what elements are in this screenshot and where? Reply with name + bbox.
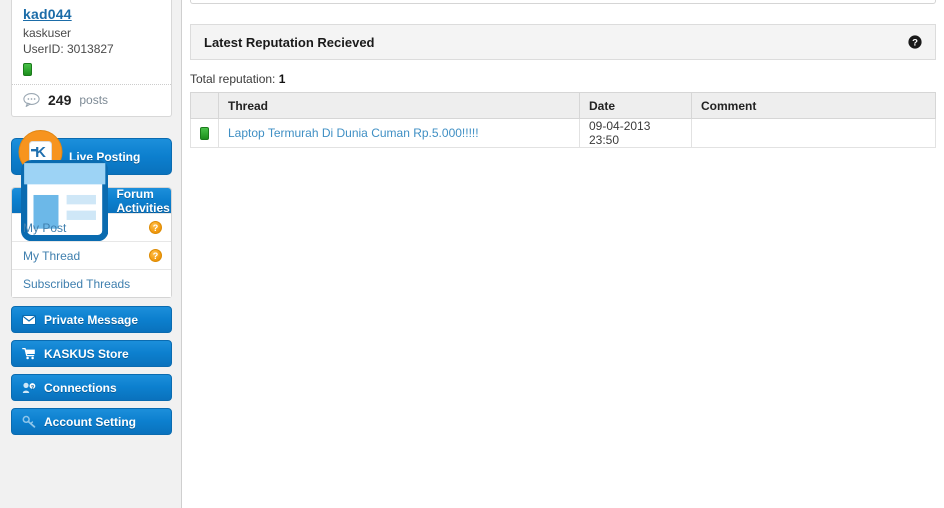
profile-userid: UserID: 3013827 [23,42,114,56]
total-reputation: Total reputation: 1 [190,72,285,86]
profile-posts-label: posts [79,93,109,108]
column-header-date: Date [579,92,692,119]
question-badge-icon[interactable]: ? [149,249,162,262]
envelope-icon [22,315,36,325]
forum-activities-header-label: Forum Activities [116,186,170,215]
profile-posts-count: 249 [48,92,72,109]
shopping-cart-icon [22,347,35,360]
column-header-rep-icon [190,92,219,119]
green-reputation-block-icon [23,63,32,77]
connections-icon: ? [22,382,36,393]
thread-link[interactable]: Laptop Termurah Di Dunia Cuman Rp.5.000!… [228,126,479,140]
sidebar: kad044 kaskuser UserID: 3013827 249 post… [0,0,182,508]
total-reputation-value: 1 [278,72,286,86]
previous-panel-edge [190,0,936,4]
cell-thread: Laptop Termurah Di Dunia Cuman Rp.5.000!… [218,118,580,148]
sidebar-item-private-message[interactable]: Private Message [11,306,172,333]
reputation-table: Thread Date Comment Laptop Termurah Di D… [190,92,936,148]
sidebar-item-my-thread[interactable]: My Thread ? [12,241,171,269]
svg-text:?: ? [31,385,35,391]
profile-card: kad044 kaskuser UserID: 3013827 249 post… [11,0,172,118]
panel-header: Latest Reputation Recieved ? [190,24,936,60]
question-badge-icon[interactable]: ? [149,221,162,234]
green-reputation-block-icon [200,127,209,141]
forum-activities-header[interactable]: Forum Activities [12,159,171,242]
sidebar-item-my-post-label: My Post [23,220,67,235]
wrench-key-icon [22,415,36,428]
account-setting-label: Account Setting [44,414,136,429]
cell-date: 09-04-2013 23:50 [579,118,692,148]
profile-info: kad044 kaskuser UserID: 3013827 [12,0,171,84]
column-header-thread: Thread [218,92,580,119]
total-reputation-label: Total reputation: [190,72,279,86]
profile-posts-row[interactable]: 249 posts [12,84,171,116]
speech-bubble-icon [23,93,40,108]
sidebar-item-account-setting[interactable]: Account Setting [11,408,172,435]
column-header-comment: Comment [691,92,936,119]
sidebar-item-subscribed-threads-label: Subscribed Threads [23,276,131,291]
private-message-label: Private Message [44,312,139,327]
table-header: Thread Date Comment [190,92,936,119]
profile-usertitle: kaskuser [23,26,72,40]
page-root: kad044 kaskuser UserID: 3013827 249 post… [0,0,944,508]
cell-reputation-icon [190,118,219,148]
page-title: Latest Reputation Recieved [204,34,375,50]
kaskus-store-label: KASKUS Store [44,346,129,361]
sidebar-item-subscribed-threads[interactable]: Subscribed Threads [12,269,171,297]
profile-username-link[interactable]: kad044 [23,6,160,22]
cell-comment [691,118,936,148]
sidebar-item-kaskus-store[interactable]: KASKUS Store [11,340,172,367]
table-header-row: Thread Date Comment [190,92,936,119]
help-question-icon[interactable]: ? [908,35,922,49]
sidebar-item-my-thread-label: My Thread [23,248,81,263]
sidebar-item-connections[interactable]: ? Connections [11,374,172,401]
svg-text:?: ? [912,38,918,49]
main-content: Latest Reputation Recieved ? Total reput… [182,0,944,508]
table-row: Laptop Termurah Di Dunia Cuman Rp.5.000!… [190,118,936,148]
forum-activities-group: Forum Activities My Post ? My Thread ? S… [11,159,172,298]
connections-label: Connections [44,380,117,395]
table-body: Laptop Termurah Di Dunia Cuman Rp.5.000!… [190,118,936,148]
